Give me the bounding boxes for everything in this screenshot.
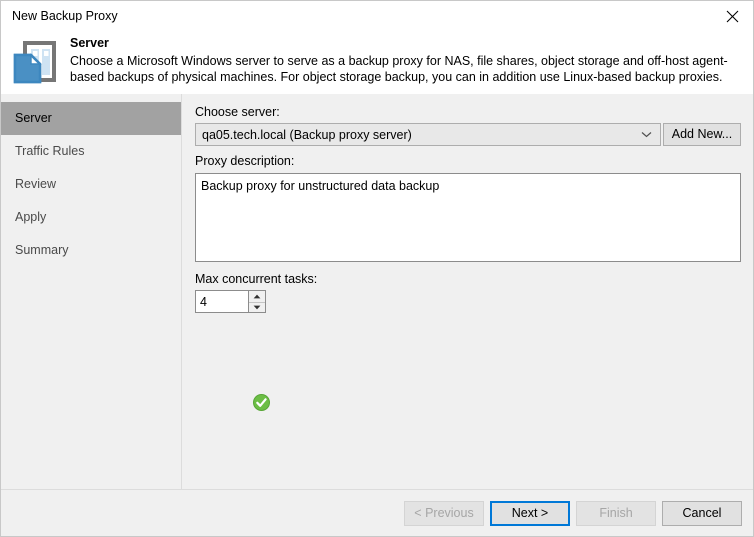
sidebar-item-traffic-rules[interactable]: Traffic Rules: [1, 135, 181, 168]
next-button[interactable]: Next >: [490, 501, 570, 526]
sidebar-item-label: Summary: [15, 243, 69, 257]
choose-server-label: Choose server:: [195, 105, 280, 119]
sidebar-item-label: Review: [15, 177, 56, 191]
previous-label: < Previous: [414, 506, 474, 521]
title-bar: New Backup Proxy: [1, 1, 753, 32]
sidebar-item-label: Traffic Rules: [15, 144, 85, 158]
page-description: Choose a Microsoft Windows server to ser…: [70, 54, 728, 84]
sidebar-item-apply[interactable]: Apply: [1, 201, 181, 234]
cancel-button[interactable]: Cancel: [662, 501, 742, 526]
spinner-down-arrow-icon[interactable]: [249, 303, 265, 314]
chevron-down-icon: [641, 124, 652, 145]
previous-button[interactable]: < Previous: [404, 501, 484, 526]
settings-pane: Choose server: qa05.tech.local (Backup p…: [182, 94, 753, 489]
dialog-footer: < Previous Next > Finish Cancel: [1, 489, 753, 536]
add-new-label: Add New...: [671, 127, 733, 142]
spinner-up-arrow-icon[interactable]: [249, 291, 265, 303]
next-label: Next >: [511, 506, 549, 521]
server-select-value: qa05.tech.local (Backup proxy server): [202, 128, 412, 142]
page-title: Server: [70, 36, 109, 50]
sidebar-item-label: Server: [15, 111, 52, 125]
max-concurrent-tasks-input[interactable]: 4: [195, 290, 249, 313]
wizard-header: Server Choose a Microsoft Windows server…: [1, 32, 753, 94]
max-concurrent-tasks-value: 4: [200, 295, 207, 309]
server-document-icon: [11, 38, 59, 86]
proxy-description-label: Proxy description:: [195, 154, 295, 168]
server-select[interactable]: qa05.tech.local (Backup proxy server): [195, 123, 661, 146]
finish-label: Finish: [599, 506, 633, 521]
window-title: New Backup Proxy: [12, 9, 118, 23]
cancel-label: Cancel: [682, 506, 722, 521]
dialog-body: Server Traffic Rules Review Apply Summar…: [1, 94, 753, 489]
sidebar-item-label: Apply: [15, 210, 47, 224]
close-icon[interactable]: [709, 1, 753, 31]
new-backup-proxy-dialog: New Backup Proxy Server Choose a Microso…: [0, 0, 754, 537]
wizard-step-sidebar: Server Traffic Rules Review Apply Summar…: [1, 94, 182, 489]
add-new-button[interactable]: Add New...: [663, 123, 741, 146]
finish-button[interactable]: Finish: [576, 501, 656, 526]
sidebar-item-server[interactable]: Server: [1, 102, 181, 135]
green-check-circle-icon: [253, 394, 270, 416]
max-concurrent-tasks-label: Max concurrent tasks:: [195, 272, 318, 286]
proxy-description-input[interactable]: Backup proxy for unstructured data backu…: [195, 173, 741, 262]
quantity-stepper[interactable]: [249, 290, 266, 313]
sidebar-item-summary[interactable]: Summary: [1, 234, 181, 267]
proxy-description-value: Backup proxy for unstructured data backu…: [201, 179, 440, 193]
sidebar-item-review[interactable]: Review: [1, 168, 181, 201]
